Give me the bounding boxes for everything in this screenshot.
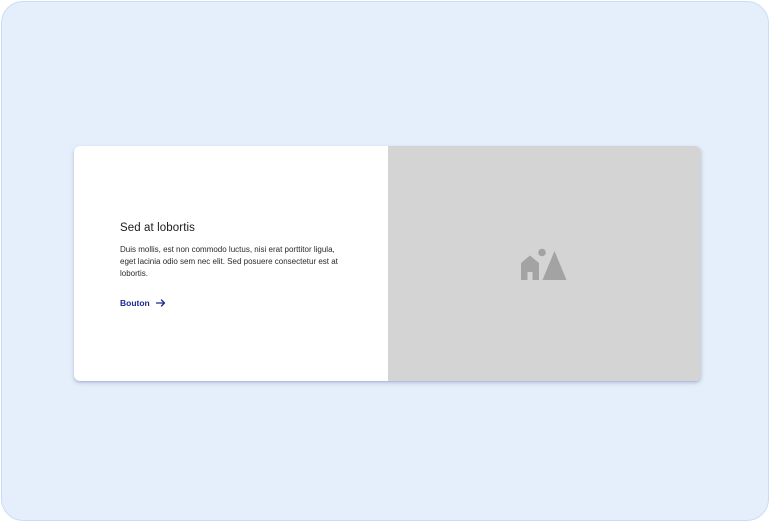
- arrow-right-icon: [155, 299, 165, 307]
- image-placeholder-icon: [521, 248, 567, 280]
- card-link-label: Bouton: [120, 298, 150, 308]
- card-content: Sed at lobortis Duis mollis, est non com…: [74, 146, 388, 381]
- card-title: Sed at lobortis: [120, 222, 196, 234]
- card-description: Duis mollis, est non commodo luctus, nis…: [120, 245, 338, 278]
- card-image-placeholder: [388, 146, 701, 381]
- card-link-button[interactable]: Bouton: [120, 298, 358, 308]
- canvas-frame: Sed at lobortis Duis mollis, est non com…: [1, 1, 769, 521]
- content-card: Sed at lobortis Duis mollis, est non com…: [74, 146, 701, 381]
